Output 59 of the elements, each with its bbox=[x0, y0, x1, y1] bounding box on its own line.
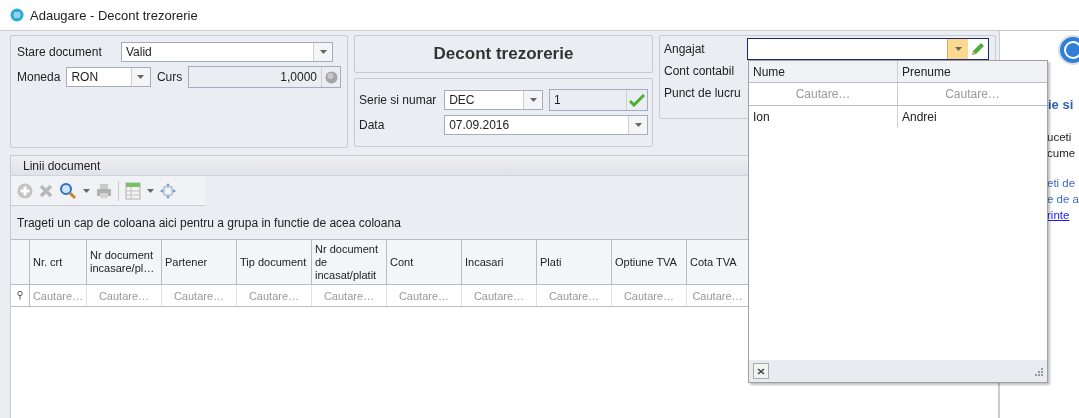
column-header[interactable]: Incasari bbox=[462, 240, 537, 284]
column-header[interactable]: Optiune TVA bbox=[612, 240, 687, 284]
caret-icon bbox=[83, 188, 90, 193]
pin-icon bbox=[17, 291, 23, 300]
status-dot-icon bbox=[324, 70, 338, 84]
table-cell[interactable]: Ion bbox=[749, 106, 898, 128]
column-header[interactable]: Nr. crt bbox=[30, 240, 87, 284]
column-header[interactable]: Nr document incasare/pl… bbox=[87, 240, 162, 284]
help-text: eti de bbox=[1047, 176, 1077, 191]
window-title: Adaugare - Decont trezorerie bbox=[30, 7, 198, 23]
section-title: Linii document bbox=[23, 158, 101, 173]
field-label: Curs bbox=[156, 70, 183, 84]
rate-field[interactable]: 1,0000 bbox=[188, 66, 341, 88]
plus-icon[interactable] bbox=[17, 182, 33, 199]
checkmark-icon bbox=[629, 93, 645, 107]
help-title: ie si bbox=[1048, 97, 1074, 112]
column-header[interactable]: Nr document de incasat/platit bbox=[312, 240, 387, 284]
caret-icon bbox=[954, 47, 962, 51]
column-header[interactable]: Partener bbox=[162, 240, 237, 284]
close-button[interactable] bbox=[753, 363, 769, 379]
document-title: Decont trezorerie bbox=[354, 35, 653, 73]
close-icon bbox=[757, 367, 765, 375]
resize-grip-icon[interactable] bbox=[1033, 366, 1043, 376]
date-picker[interactable]: 07.09.2016 bbox=[444, 115, 648, 135]
help-text: e de a bbox=[1047, 192, 1079, 207]
grid-layout-icon[interactable] bbox=[125, 181, 141, 200]
column-header[interactable]: Nume bbox=[749, 61, 898, 82]
currency-dropdown[interactable]: RON bbox=[66, 67, 151, 87]
caret-icon bbox=[137, 75, 145, 79]
help-text: uceti bbox=[1047, 130, 1073, 145]
field-label: Moneda bbox=[17, 70, 61, 84]
table-cell[interactable]: Andrei bbox=[898, 106, 1047, 128]
field-label: Cont contabil bbox=[664, 64, 735, 78]
status-dropdown[interactable]: Valid bbox=[121, 42, 333, 62]
field-label: Stare document bbox=[17, 45, 103, 59]
column-header[interactable]: Prenume bbox=[898, 61, 1047, 82]
delete-icon[interactable] bbox=[39, 183, 53, 198]
employee-dropdown[interactable] bbox=[747, 38, 989, 60]
search-icon[interactable] bbox=[59, 181, 77, 200]
help-link[interactable]: rinte bbox=[1047, 207, 1079, 223]
field-label: Serie si numar bbox=[359, 93, 438, 107]
app-logo-icon bbox=[10, 8, 24, 22]
caret-icon bbox=[147, 188, 154, 193]
printer-icon[interactable] bbox=[96, 182, 112, 199]
caret-icon bbox=[319, 50, 327, 54]
caret-icon bbox=[634, 123, 642, 127]
number-field[interactable]: 1 bbox=[549, 89, 648, 111]
group-hint: Trageti un cap de coloana aici pentru a grupa in functie de acea coloana bbox=[17, 215, 401, 230]
move-icon[interactable] bbox=[160, 182, 176, 199]
field-label: Angajat bbox=[664, 42, 705, 56]
help-text: cume bbox=[1047, 146, 1077, 161]
column-header[interactable]: Plati bbox=[537, 240, 612, 284]
caret-icon bbox=[529, 98, 537, 102]
field-label: Data bbox=[359, 118, 386, 132]
series-dropdown[interactable]: DEC bbox=[444, 90, 544, 110]
column-header[interactable]: Cont bbox=[387, 240, 462, 284]
column-header[interactable]: Tip document bbox=[237, 240, 312, 284]
field-label: Punct de lucru bbox=[664, 86, 741, 100]
pencil-icon[interactable] bbox=[970, 41, 986, 57]
